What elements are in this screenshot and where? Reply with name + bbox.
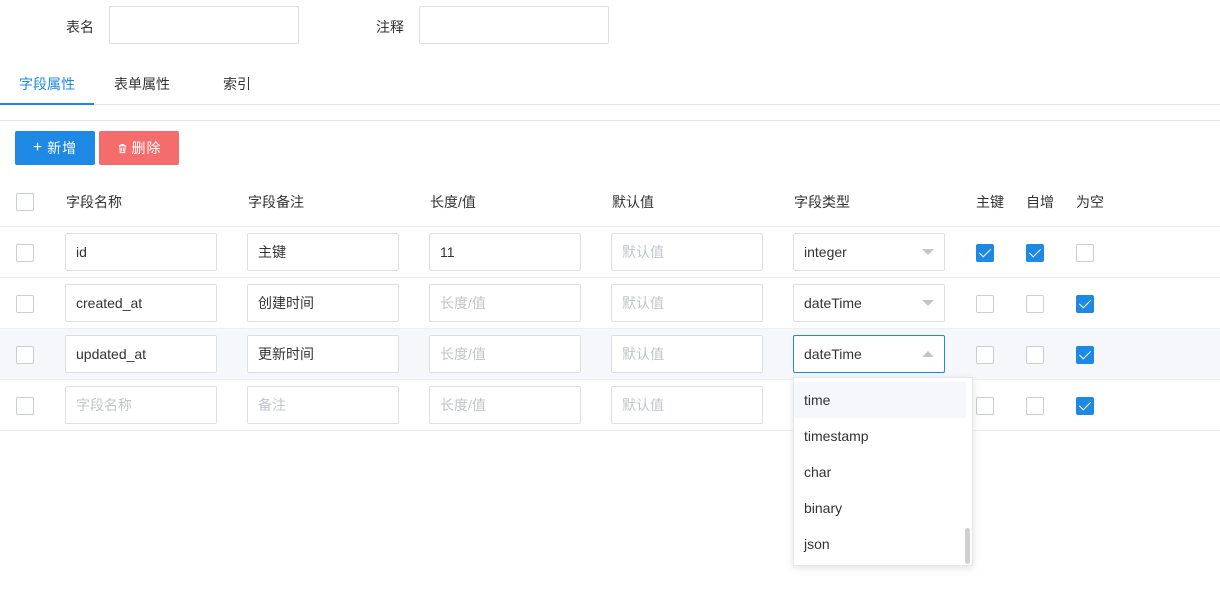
delete-button-label: 删除 xyxy=(131,140,162,156)
nullable-checkbox[interactable] xyxy=(1076,295,1094,313)
dropdown-option[interactable]: binary xyxy=(794,490,966,526)
divider xyxy=(0,120,1220,121)
select-all-checkbox[interactable] xyxy=(16,193,34,211)
auto-increment-checkbox[interactable] xyxy=(1026,397,1044,415)
auto-increment-checkbox[interactable] xyxy=(1026,346,1044,364)
dropdown-scrollbar[interactable] xyxy=(965,528,970,564)
row-checkbox[interactable] xyxy=(16,295,34,313)
field-comment-input[interactable]: 创建时间 xyxy=(247,284,399,322)
chevron-up-icon xyxy=(922,351,934,357)
add-button[interactable]: + 新增 xyxy=(15,131,95,165)
tab-form-properties[interactable]: 表单属性 xyxy=(94,64,190,105)
add-button-label: 新增 xyxy=(47,140,78,156)
column-header-default: 默认值 xyxy=(612,194,654,210)
field-default-input[interactable]: 默认值 xyxy=(611,233,763,271)
primary-key-checkbox[interactable] xyxy=(976,397,994,415)
nullable-checkbox[interactable] xyxy=(1076,397,1094,415)
field-comment-input[interactable]: 更新时间 xyxy=(247,335,399,373)
default-placeholder: 默认值 xyxy=(622,397,664,413)
primary-key-checkbox[interactable] xyxy=(976,295,994,313)
comment-input[interactable] xyxy=(419,6,609,44)
default-placeholder: 默认值 xyxy=(622,244,664,260)
field-type-select[interactable]: integer xyxy=(793,233,945,271)
table-row: 字段名称 备注 长度/值 默认值 xyxy=(0,380,1220,431)
dropdown-option[interactable]: time xyxy=(794,382,966,418)
field-default-input[interactable]: 默认值 xyxy=(611,284,763,322)
tab-bar: 字段属性 表单属性 索引 xyxy=(0,64,1220,105)
table-name-label: 表名 xyxy=(66,19,94,35)
row-checkbox[interactable] xyxy=(16,346,34,364)
comment-placeholder: 备注 xyxy=(258,397,286,413)
field-length-input[interactable]: 长度/值 xyxy=(429,335,581,373)
dropdown-option[interactable]: timestamp xyxy=(794,418,966,454)
column-header-primary: 主键 xyxy=(976,194,1004,210)
dropdown-option[interactable]: char xyxy=(794,454,966,490)
primary-key-checkbox[interactable] xyxy=(976,346,994,364)
field-comment-input[interactable]: 主键 xyxy=(247,233,399,271)
tab-field-properties[interactable]: 字段属性 xyxy=(0,64,94,105)
length-placeholder: 长度/值 xyxy=(440,346,486,362)
column-header-length: 长度/值 xyxy=(430,194,476,210)
field-length-input[interactable]: 11 xyxy=(429,233,581,271)
field-length-input[interactable]: 长度/值 xyxy=(429,284,581,322)
field-type-value: integer xyxy=(804,244,847,260)
name-placeholder: 字段名称 xyxy=(76,397,132,413)
field-name-input[interactable]: created_at xyxy=(65,284,217,322)
length-placeholder: 长度/值 xyxy=(440,295,486,311)
field-comment-input[interactable]: 备注 xyxy=(247,386,399,424)
table-row: created_at 创建时间 长度/值 默认值 dateTime xyxy=(0,278,1220,329)
column-header-comment: 字段备注 xyxy=(248,194,304,210)
comment-label: 注释 xyxy=(376,19,404,35)
table-row: id 主键 11 默认值 integer xyxy=(0,227,1220,278)
default-placeholder: 默认值 xyxy=(622,295,664,311)
trash-icon xyxy=(117,143,128,154)
field-default-input[interactable]: 默认值 xyxy=(611,335,763,373)
plus-icon: + xyxy=(32,139,44,156)
field-type-value: dateTime xyxy=(804,346,862,362)
nullable-checkbox[interactable] xyxy=(1076,346,1094,364)
column-header-nullable: 为空 xyxy=(1076,194,1104,210)
default-placeholder: 默认值 xyxy=(622,346,664,362)
auto-increment-checkbox[interactable] xyxy=(1026,295,1044,313)
row-checkbox[interactable] xyxy=(16,244,34,262)
delete-button[interactable]: 删除 xyxy=(99,131,179,165)
field-type-select[interactable]: dateTime xyxy=(793,335,945,373)
table-row: updated_at 更新时间 长度/值 默认值 dateTime xyxy=(0,329,1220,380)
chevron-down-icon xyxy=(922,249,934,255)
auto-increment-checkbox[interactable] xyxy=(1026,244,1044,262)
table-name-input[interactable] xyxy=(109,6,299,44)
primary-key-checkbox[interactable] xyxy=(976,244,994,262)
chevron-down-icon xyxy=(922,300,934,306)
row-checkbox[interactable] xyxy=(16,397,34,415)
column-header-type: 字段类型 xyxy=(794,194,850,210)
field-default-input[interactable]: 默认值 xyxy=(611,386,763,424)
column-header-name: 字段名称 xyxy=(66,194,122,210)
field-name-input[interactable]: 字段名称 xyxy=(65,386,217,424)
length-placeholder: 长度/值 xyxy=(440,397,486,413)
field-length-input[interactable]: 长度/值 xyxy=(429,386,581,424)
field-type-select[interactable]: dateTime xyxy=(793,284,945,322)
field-name-input[interactable]: id xyxy=(65,233,217,271)
nullable-checkbox[interactable] xyxy=(1076,244,1094,262)
dropdown-option[interactable]: json xyxy=(794,526,966,562)
field-name-input[interactable]: updated_at xyxy=(65,335,217,373)
tab-index[interactable]: 索引 xyxy=(190,64,284,105)
field-type-dropdown: time timestamp char binary json xyxy=(793,377,973,566)
field-type-value: dateTime xyxy=(804,295,862,311)
column-header-autoinc: 自增 xyxy=(1026,194,1054,210)
